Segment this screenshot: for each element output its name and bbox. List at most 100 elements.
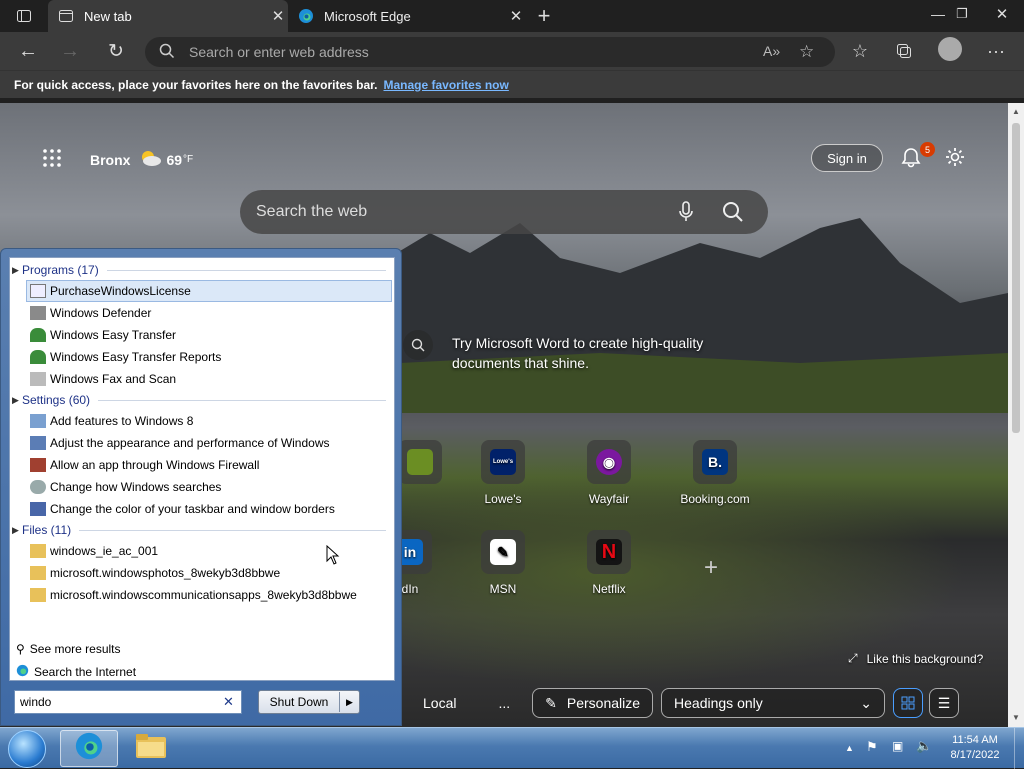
read-aloud-icon[interactable]: A» — [763, 43, 780, 59]
tab-actions-icon[interactable] — [10, 2, 38, 30]
action-center-flag-icon[interactable]: ⚑ — [866, 739, 878, 754]
start-menu: ▶ Programs (17) PurchaseWindowsLicense Wi… — [0, 248, 402, 726]
clock-date: 8/17/2022 — [950, 749, 1000, 761]
tab-new-tab[interactable]: New tab ✕ — [48, 0, 288, 32]
color-icon — [30, 502, 46, 516]
tile-label: MSN — [489, 582, 517, 596]
favorites-icon[interactable]: ☆ — [846, 37, 874, 65]
start-button-orb[interactable] — [8, 730, 46, 768]
like-background-button[interactable]: ⤢ Like this background? — [848, 651, 983, 666]
tab-strip: New tab ✕ Microsoft Edge ✕ + — ❐ ✕ — [0, 0, 1024, 32]
result-item[interactable]: Adjust the appearance and performance of… — [10, 432, 394, 454]
search-icon — [159, 43, 175, 62]
result-item[interactable]: Add features to Windows 8 — [10, 410, 394, 432]
shutdown-options-arrow-icon[interactable]: ▶ — [340, 697, 359, 708]
result-item[interactable]: Windows Easy Transfer Reports — [10, 346, 394, 368]
weather-widget[interactable]: Bronx 69 °F — [90, 149, 193, 170]
personalize-button[interactable]: ✎ Personalize — [532, 688, 654, 718]
back-icon[interactable]: ← — [14, 37, 42, 65]
forward-icon[interactable]: → — [56, 37, 84, 65]
network-icon[interactable]: ▣ — [892, 739, 903, 754]
show-hidden-icons[interactable]: ▲ — [845, 741, 854, 756]
close-tab-icon[interactable]: ✕ — [506, 7, 526, 25]
more-menu-icon[interactable]: ··· — [982, 37, 1010, 65]
easy-transfer-icon — [30, 350, 46, 364]
quick-link-msn[interactable]: ✎ MSN — [468, 530, 538, 596]
manage-favorites-link[interactable]: Manage favorites now — [383, 78, 508, 92]
quick-link-wayfair[interactable]: ◉ Wayfair — [574, 440, 644, 506]
quick-link-booking[interactable]: B. Booking.com — [680, 440, 750, 506]
group-header-settings[interactable]: ▶ Settings (60) — [10, 390, 394, 410]
group-label: Files (11) — [22, 523, 72, 537]
result-item[interactable]: Allow an app through Windows Firewall — [10, 454, 394, 476]
refresh-icon[interactable]: ↻ — [102, 37, 130, 65]
taskbar-edge-button[interactable] — [60, 730, 118, 767]
result-item[interactable]: Change how Windows searches — [10, 476, 394, 498]
group-header-programs[interactable]: ▶ Programs (17) — [10, 260, 394, 280]
result-item[interactable]: Windows Easy Transfer — [10, 324, 394, 346]
taskbar-explorer-button[interactable] — [122, 730, 180, 767]
promo-search-icon[interactable] — [403, 330, 433, 360]
app-launcher-icon[interactable] — [42, 148, 62, 173]
quick-link-netflix[interactable]: N Netflix — [574, 530, 644, 596]
address-bar[interactable]: Search or enter web address A» ☆ — [145, 37, 835, 67]
promo-text[interactable]: Try Microsoft Word to create high-qualit… — [452, 333, 742, 373]
result-label: Windows Defender — [50, 306, 152, 320]
show-desktop-button[interactable] — [1014, 728, 1024, 769]
scroll-down-icon[interactable]: ▼ — [1012, 713, 1020, 722]
new-tab-plus-icon[interactable]: + — [530, 2, 558, 30]
expand-arrow-icon: ▶ — [12, 264, 19, 275]
clock[interactable]: 11:54 AM 8/17/2022 — [940, 733, 1010, 763]
result-item[interactable]: Windows Defender — [10, 302, 394, 324]
list-view-icon[interactable]: ☰ — [929, 688, 960, 718]
fax-icon — [30, 372, 46, 386]
result-item[interactable]: microsoft.windowscommunicationsapps_8wek… — [10, 584, 394, 606]
result-item[interactable]: PurchaseWindowsLicense — [26, 280, 392, 302]
sign-in-button[interactable]: Sign in — [811, 144, 883, 172]
web-search-box[interactable]: Search the web — [240, 190, 768, 234]
search-internet-link[interactable]: Search the Internet — [16, 664, 136, 680]
result-label: Windows Fax and Scan — [50, 372, 177, 386]
tab-microsoft-edge[interactable]: Microsoft Edge ✕ — [288, 0, 526, 32]
local-tab[interactable]: Local — [423, 695, 456, 711]
scroll-up-icon[interactable]: ▲ — [1012, 107, 1020, 116]
add-favorite-icon[interactable]: ☆ — [799, 42, 814, 62]
close-tab-icon[interactable]: ✕ — [268, 7, 288, 25]
start-search-input[interactable]: windo ✕ — [14, 690, 242, 714]
notification-badge: 5 — [920, 142, 935, 157]
result-label: Change how Windows searches — [50, 480, 222, 494]
quick-link-lowes[interactable]: Lowe's Lowe's — [468, 440, 538, 506]
folder-icon — [30, 566, 46, 580]
result-item[interactable]: Change the color of your taskbar and win… — [10, 498, 394, 520]
lowes-logo-icon: Lowe's — [490, 449, 516, 475]
result-label: Change the color of your taskbar and win… — [50, 502, 335, 516]
edge-logo-icon — [16, 664, 29, 680]
easy-transfer-icon — [30, 328, 46, 342]
more-tabs-icon[interactable]: ... — [498, 695, 510, 711]
add-quick-link-icon[interactable]: + — [704, 554, 718, 582]
scrollbar-thumb[interactable] — [1012, 123, 1020, 433]
result-label: Adjust the appearance and performance of… — [50, 436, 330, 450]
volume-muted-icon[interactable]: 🔈 — [916, 738, 932, 753]
restore-icon[interactable]: ❐ — [948, 0, 976, 28]
see-more-results-link[interactable]: ⚲ See more results — [16, 642, 121, 656]
collections-icon[interactable] — [890, 37, 918, 65]
settings-gear-icon[interactable] — [944, 146, 966, 173]
profile-avatar[interactable] — [938, 37, 962, 61]
close-window-icon[interactable]: ✕ — [988, 0, 1016, 28]
vertical-scrollbar[interactable]: ▲ ▼ — [1008, 103, 1024, 727]
feed-bar: Local ... ✎ Personalize Headings only ⌄ … — [404, 688, 960, 718]
search-icon[interactable] — [722, 201, 744, 228]
tab-label: New tab — [84, 8, 132, 24]
tile-label: Lowe's — [484, 492, 522, 506]
microphone-icon[interactable] — [678, 201, 694, 228]
shut-down-button[interactable]: Shut Down ▶ — [258, 690, 360, 714]
group-header-files[interactable]: ▶ Files (11) — [10, 520, 394, 540]
edge-logo-icon — [298, 8, 314, 24]
clear-search-icon[interactable]: ✕ — [223, 694, 234, 710]
result-item[interactable]: Windows Fax and Scan — [10, 368, 394, 390]
grid-view-icon[interactable] — [893, 688, 924, 718]
headings-dropdown[interactable]: Headings only ⌄ — [661, 688, 886, 718]
notifications-bell-icon[interactable] — [900, 146, 922, 173]
result-label: microsoft.windowsphotos_8wekyb3d8bbwe — [50, 566, 281, 580]
